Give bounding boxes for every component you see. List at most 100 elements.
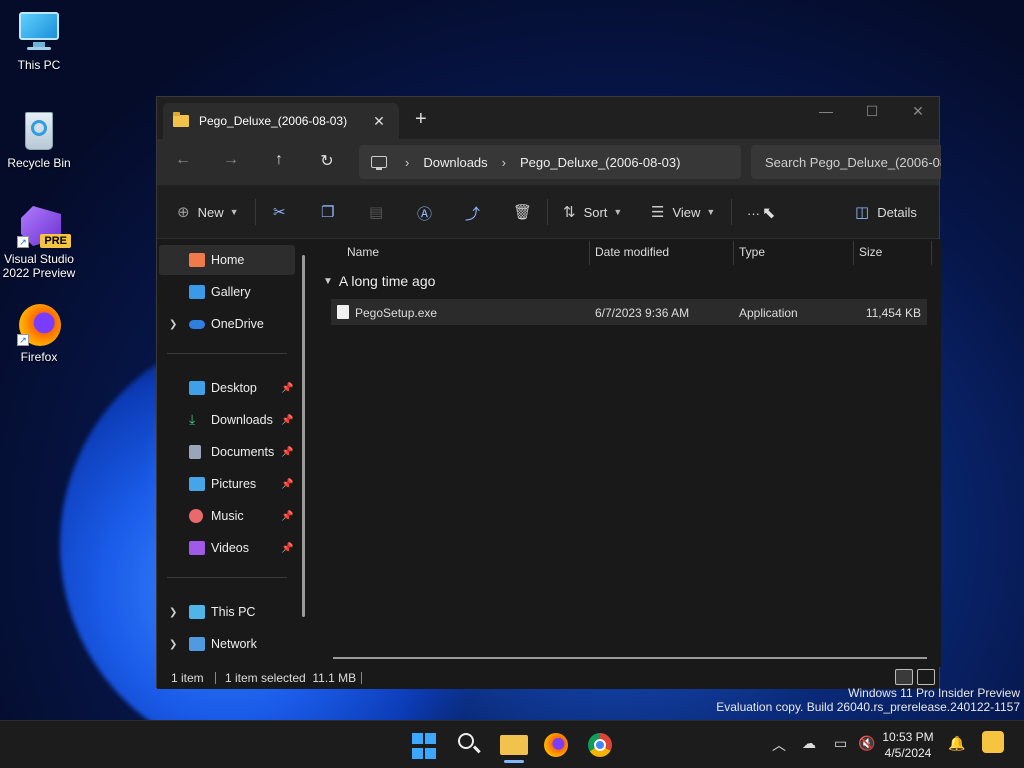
show-hidden-icons-chevron-up-icon[interactable]: ︿ bbox=[772, 735, 786, 755]
column-divider[interactable] bbox=[853, 241, 854, 265]
music-icon bbox=[189, 509, 203, 523]
shortcut-arrow-icon: ↗ bbox=[17, 236, 29, 248]
details-label: Details bbox=[877, 204, 917, 220]
pin-icon[interactable]: 📌 bbox=[281, 511, 293, 522]
pin-icon[interactable]: 📌 bbox=[281, 543, 293, 554]
sidebar-item-label: Gallery bbox=[211, 285, 251, 299]
minimize-button[interactable]: — bbox=[803, 103, 849, 119]
search-icon bbox=[458, 733, 474, 749]
column-divider[interactable] bbox=[733, 241, 734, 265]
rename-button[interactable]: Ⓐ bbox=[417, 203, 440, 224]
address-bar[interactable]: › Downloads › Pego_Deluxe_(2006-08-03) bbox=[359, 145, 741, 179]
executable-file-icon bbox=[337, 305, 349, 319]
close-tab-icon[interactable]: ✕ bbox=[369, 113, 389, 130]
chevron-right-icon[interactable]: ❯ bbox=[169, 607, 177, 618]
taskbar-file-explorer[interactable] bbox=[500, 735, 528, 763]
group-header[interactable]: ▼ A long time ago bbox=[323, 273, 435, 289]
trash-icon: 🗑 bbox=[513, 204, 533, 221]
search-button[interactable] bbox=[456, 731, 484, 759]
search-input[interactable]: Search Pego_Deluxe_(2006-08-03) bbox=[751, 145, 941, 179]
column-header-type[interactable]: Type bbox=[739, 239, 851, 265]
column-header-size[interactable]: Size bbox=[859, 239, 929, 265]
sidebar-item-label: Documents bbox=[211, 445, 275, 459]
sidebar-item-this-pc[interactable]: ❯ This PC bbox=[159, 597, 295, 627]
paste-button[interactable]: ▤ bbox=[369, 203, 391, 221]
sidebar-divider bbox=[167, 353, 287, 354]
column-divider[interactable] bbox=[931, 241, 932, 265]
taskbar-firefox[interactable] bbox=[544, 733, 568, 757]
table-row[interactable]: PegoSetup.exe 6/7/2023 9:36 AM Applicati… bbox=[331, 299, 927, 325]
cut-button[interactable]: ✂ bbox=[273, 203, 294, 221]
column-header-name[interactable]: Name bbox=[347, 239, 587, 265]
details-button[interactable]: ◫ Details bbox=[855, 203, 917, 221]
onedrive-offline-icon[interactable]: ☁ bbox=[802, 735, 816, 752]
share-button[interactable]: ⤴ bbox=[465, 203, 488, 224]
up-button[interactable]: ↑ bbox=[267, 151, 291, 169]
recycle-bin-icon bbox=[17, 108, 61, 152]
desktop-icon-label: Firefox bbox=[20, 350, 58, 364]
pin-icon[interactable]: 📌 bbox=[281, 415, 293, 426]
sidebar-item-home[interactable]: Home bbox=[159, 245, 295, 275]
desktop-icon-label: Visual Studio bbox=[4, 252, 74, 266]
navigation-pane: Home Gallery ❯ OneDrive Desktop 📌 ⤓ Down… bbox=[157, 239, 313, 667]
back-button[interactable]: ← bbox=[171, 151, 195, 169]
column-header-date[interactable]: Date modified bbox=[595, 239, 733, 265]
close-window-button[interactable]: ✕ bbox=[895, 103, 941, 120]
navigation-bar: ← → ↑ ↻ › Downloads › Pego_Deluxe_(2006-… bbox=[157, 139, 941, 185]
toolbar-divider bbox=[731, 199, 732, 225]
breadcrumb-downloads[interactable]: Downloads bbox=[423, 155, 487, 170]
tab-title: Pego_Deluxe_(2006-08-03) bbox=[199, 114, 348, 128]
sidebar-item-documents[interactable]: Documents 📌 bbox=[159, 437, 295, 467]
desktop-icon-firefox[interactable]: ↗ Firefox bbox=[2, 302, 76, 364]
chevron-right-icon[interactable]: ❯ bbox=[169, 639, 177, 650]
sidebar-item-desktop[interactable]: Desktop 📌 bbox=[159, 373, 295, 403]
sidebar-item-videos[interactable]: Videos 📌 bbox=[159, 533, 295, 563]
desktop-icon-recycle-bin[interactable]: Recycle Bin bbox=[2, 108, 76, 170]
details-view-toggle[interactable] bbox=[895, 669, 913, 685]
sidebar-scrollbar[interactable] bbox=[302, 255, 305, 617]
chevron-down-icon: ▼ bbox=[323, 275, 333, 287]
sidebar-item-onedrive[interactable]: ❯ OneDrive bbox=[159, 309, 295, 339]
delete-button[interactable]: 🗑 bbox=[513, 203, 540, 221]
pin-icon[interactable]: 📌 bbox=[281, 479, 293, 490]
sort-button[interactable]: ⇅ Sort ▼ bbox=[563, 203, 622, 221]
volume-muted-icon[interactable]: 🔇 bbox=[858, 735, 875, 752]
pin-icon[interactable]: 📌 bbox=[281, 383, 293, 394]
forward-button[interactable]: → bbox=[219, 151, 243, 169]
column-divider[interactable] bbox=[589, 241, 590, 265]
desktop-icon-label: 2022 Preview bbox=[2, 266, 76, 280]
more-options-button[interactable]: ··· ⬉ bbox=[747, 203, 775, 223]
network-icon[interactable]: ▭ bbox=[834, 735, 847, 752]
chevron-right-icon[interactable]: ❯ bbox=[169, 319, 177, 330]
sidebar-item-music[interactable]: Music 📌 bbox=[159, 501, 295, 531]
command-bar: ⊕ New ▼ ✂ ❐ ▤ Ⓐ ⤴ 🗑 ⇅ Sort ▼ ☰ View ▼ ··… bbox=[157, 185, 939, 239]
mouse-cursor-icon: ⬉ bbox=[762, 205, 776, 222]
sidebar-item-downloads[interactable]: ⤓ Downloads 📌 bbox=[159, 405, 295, 435]
clock[interactable]: 10:53 PM 4/5/2024 bbox=[880, 729, 936, 761]
copilot-preview-icon[interactable] bbox=[982, 731, 1004, 753]
pin-icon[interactable]: 📌 bbox=[281, 447, 293, 458]
breadcrumb-pego-deluxe[interactable]: Pego_Deluxe_(2006-08-03) bbox=[520, 155, 680, 170]
sidebar-item-pictures[interactable]: Pictures 📌 bbox=[159, 469, 295, 499]
notification-bell-icon[interactable]: 🔔 bbox=[948, 735, 965, 752]
new-tab-button[interactable]: + bbox=[415, 109, 427, 129]
taskbar-chrome[interactable] bbox=[588, 733, 612, 757]
refresh-button[interactable]: ↻ bbox=[315, 151, 339, 171]
sidebar-item-label: Music bbox=[211, 509, 244, 523]
maximize-button[interactable]: ☐ bbox=[849, 103, 895, 120]
horizontal-scrollbar[interactable] bbox=[333, 657, 927, 659]
view-button[interactable]: ☰ View ▼ bbox=[651, 203, 715, 221]
desktop-icon-this-pc[interactable]: This PC bbox=[2, 10, 76, 72]
selection-info: 1 item selected 11.1 MB bbox=[225, 671, 357, 685]
sidebar-item-gallery[interactable]: Gallery bbox=[159, 277, 295, 307]
desktop-icon-visual-studio[interactable]: PRE ↗ Visual Studio 2022 Preview bbox=[2, 204, 76, 280]
sidebar-item-label: Desktop bbox=[211, 381, 257, 395]
rename-icon: Ⓐ bbox=[417, 206, 433, 223]
tab-pego-deluxe[interactable]: Pego_Deluxe_(2006-08-03) ✕ bbox=[163, 103, 399, 139]
tiles-view-toggle[interactable] bbox=[917, 669, 935, 685]
sidebar-item-network[interactable]: ❯ Network bbox=[159, 629, 295, 659]
watermark-line: Evaluation copy. Build 26040.rs_prerelea… bbox=[716, 700, 1020, 714]
start-button[interactable] bbox=[412, 733, 440, 761]
copy-button[interactable]: ❐ bbox=[321, 203, 342, 221]
new-button[interactable]: ⊕ New ▼ bbox=[177, 203, 239, 221]
